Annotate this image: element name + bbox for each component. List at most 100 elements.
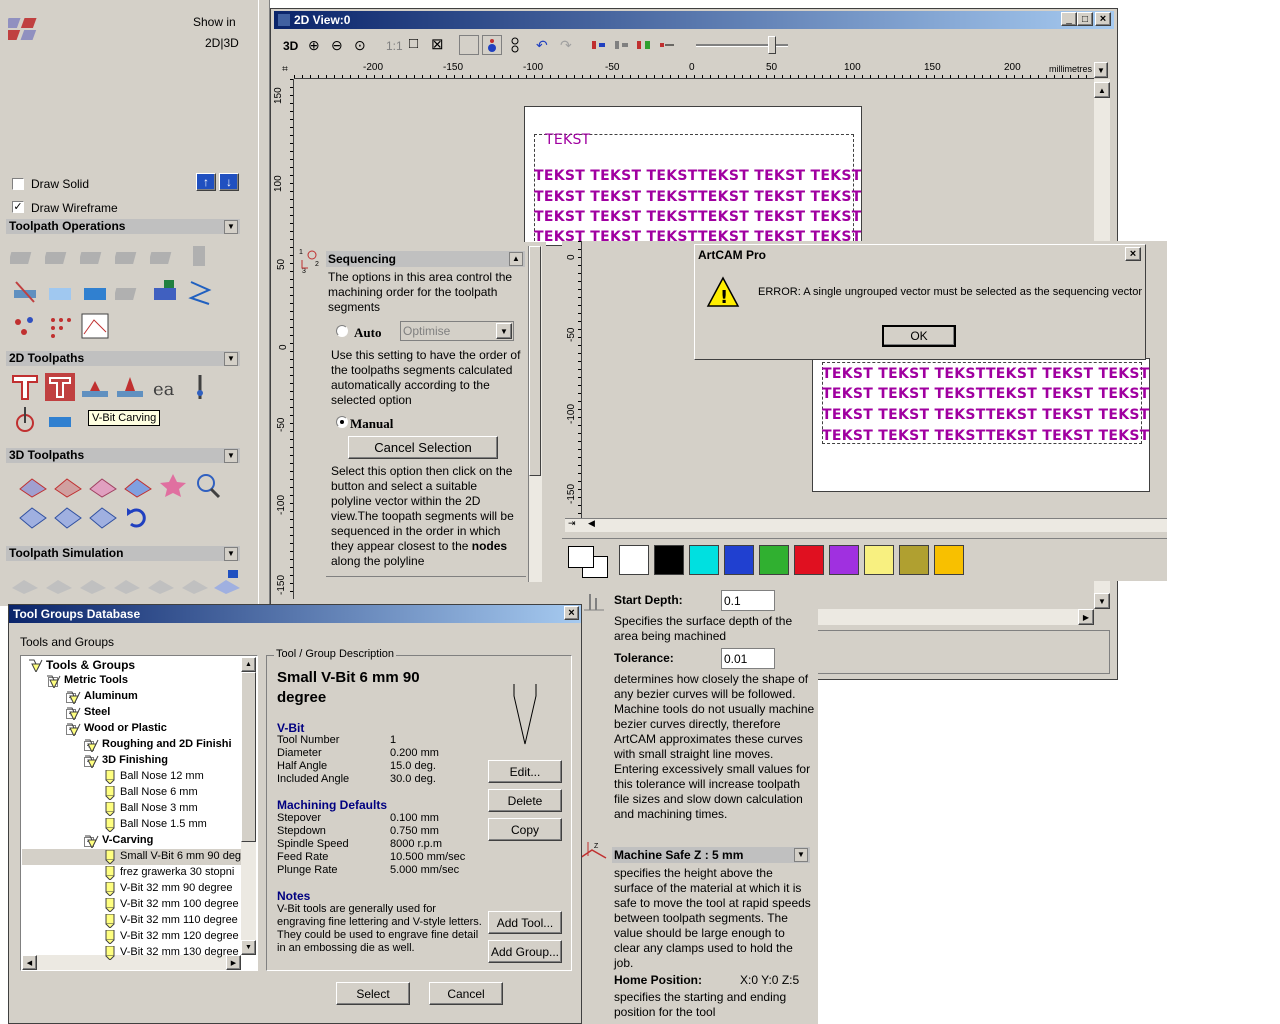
auto-radio[interactable] xyxy=(336,325,348,337)
optimise-select[interactable]: Optimise ▼ xyxy=(400,321,514,341)
sequencing-header[interactable]: Sequencing ▲ xyxy=(326,251,525,267)
tree-tool-item[interactable]: V-Bit 32 mm 90 degree xyxy=(22,881,241,897)
toolpath-op-icon[interactable] xyxy=(113,278,145,306)
tolerance-input[interactable] xyxy=(721,648,775,669)
cancel-button[interactable]: Cancel xyxy=(429,982,503,1005)
toolpaths-2d-header[interactable]: 2D Toolpaths ▼ xyxy=(6,351,240,366)
close-button[interactable]: × xyxy=(1095,12,1111,26)
tree-scroll-down-button[interactable]: ▼ xyxy=(241,940,256,955)
3d-toolpath-icon[interactable] xyxy=(123,504,153,532)
node-edit-icon[interactable] xyxy=(482,35,502,55)
toolpath-op-icon[interactable] xyxy=(148,242,180,270)
canvas-text-line[interactable]: TEKST TEKST TEKSTTEKST TEKST TEKST xyxy=(534,209,862,225)
3d-toolpath-icon[interactable] xyxy=(158,471,188,499)
canvas-text-line[interactable]: TEKST TEKST TEKSTTEKST TEKST TEKST xyxy=(822,386,1150,402)
chevron-down-icon[interactable]: ▼ xyxy=(794,848,808,862)
3d-toolpath-icon[interactable] xyxy=(123,471,153,499)
tree-tool-item[interactable]: Ball Nose 12 mm xyxy=(22,769,241,785)
tool-db-close-button[interactable]: × xyxy=(564,606,579,620)
manual-radio[interactable] xyxy=(336,416,348,428)
tree-tool-item[interactable]: V-Bit 32 mm 120 degree xyxy=(22,929,241,945)
error-dialog-titlebar[interactable]: ArtCAM Pro xyxy=(696,246,1144,264)
draw-wireframe-checkbox[interactable]: ✓ xyxy=(12,201,24,213)
collapse-up-icon[interactable]: ▲ xyxy=(509,252,523,266)
distribute-icon[interactable] xyxy=(659,38,675,52)
simulation-icon[interactable] xyxy=(78,568,108,596)
tree-scroll-thumb[interactable] xyxy=(241,672,256,842)
transform-icon[interactable] xyxy=(506,36,524,54)
simulation-header[interactable]: Toolpath Simulation ▼ xyxy=(6,546,240,561)
start-depth-input[interactable] xyxy=(721,590,775,611)
scroll-up-button[interactable]: ▲ xyxy=(1094,82,1110,98)
minimize-button[interactable]: _ xyxy=(1061,12,1077,26)
error-close-button[interactable]: × xyxy=(1125,247,1141,261)
select-button[interactable]: Select xyxy=(336,982,410,1005)
undo-icon[interactable]: ↶ xyxy=(536,37,548,54)
scroll-down-button[interactable]: ▼ xyxy=(1094,593,1110,609)
ruler-dropdown-button[interactable]: ▼ xyxy=(1094,62,1108,78)
vbit-carving-icon[interactable] xyxy=(80,373,110,401)
toolpath-op-icon[interactable] xyxy=(45,312,75,340)
tree-tool-item[interactable]: V-Bit 32 mm 130 degree xyxy=(22,945,241,961)
zoom-page-icon[interactable]: □ xyxy=(409,35,418,52)
chevron-down-icon[interactable]: ▼ xyxy=(224,449,238,463)
tree-tool-item[interactable]: Small V-Bit 6 mm 90 degre xyxy=(22,849,241,865)
bevel-carving-icon[interactable] xyxy=(115,373,145,401)
tree-group-item[interactable]: +Roughing and 2D Finishi xyxy=(22,737,241,753)
tree-group-item[interactable]: +Aluminum xyxy=(22,689,241,705)
add-group-button[interactable]: Add Group... xyxy=(488,940,562,963)
toolpath-op-icon[interactable] xyxy=(80,278,110,306)
view2d-titlebar[interactable]: 2D View:0 xyxy=(274,11,1114,29)
align-right-icon[interactable] xyxy=(636,38,652,52)
canvas-text-line[interactable]: TEKST TEKST TEKSTTEKST TEKST TEKST xyxy=(534,168,862,184)
toolpath-op-icon[interactable] xyxy=(10,278,40,306)
drilling-icon[interactable] xyxy=(185,373,215,401)
toggle-3d-button[interactable]: 3D xyxy=(283,39,298,53)
maximize-button[interactable]: □ xyxy=(1077,12,1093,26)
zoom-1to1-button[interactable]: 1:1 xyxy=(386,39,403,53)
show-mode-toggle[interactable]: 2D|3D xyxy=(205,36,239,50)
canvas-text-line[interactable]: TEKST TEKST TEKSTTEKST TEKST TEKST xyxy=(822,428,1150,444)
draw-solid-checkbox[interactable] xyxy=(12,178,24,190)
align-center-icon[interactable] xyxy=(614,38,630,52)
ok-button[interactable]: OK xyxy=(882,325,956,347)
align-left-icon[interactable] xyxy=(591,38,607,52)
tree-group-item[interactable]: −3D Finishing xyxy=(22,753,241,769)
chevron-down-icon[interactable]: ▼ xyxy=(496,323,512,339)
tree-scroll-up-button[interactable]: ▲ xyxy=(241,657,256,672)
copy-tool-button[interactable]: Copy xyxy=(488,818,562,841)
toolpath-op-icon[interactable] xyxy=(8,242,40,270)
toolpaths-3d-header[interactable]: 3D Toolpaths ▼ xyxy=(6,448,240,463)
canvas-text-line[interactable]: TEKST TEKST TEKSTTEKST TEKST TEKST xyxy=(822,366,1150,382)
text-engrave-icon[interactable]: ea xyxy=(150,373,180,401)
color-swatch[interactable] xyxy=(899,545,929,575)
canvas-heading-text[interactable]: TEKST xyxy=(545,132,591,148)
edit-tool-button[interactable]: Edit... xyxy=(488,760,562,783)
tree-tool-item[interactable]: Ball Nose 1.5 mm xyxy=(22,817,241,833)
move-up-button[interactable]: ↑ xyxy=(196,173,216,191)
3d-toolpath-icon[interactable] xyxy=(193,471,223,499)
3d-toolpath-icon[interactable] xyxy=(53,504,83,532)
inlay-icon[interactable] xyxy=(45,405,75,433)
zoom-in-icon[interactable]: ⊕ xyxy=(308,37,320,54)
redo-icon[interactable]: ↷ xyxy=(560,37,572,54)
zoom-slider-thumb[interactable] xyxy=(768,36,776,54)
tree-group-item[interactable]: Tools & Groups xyxy=(22,657,241,673)
chevron-down-icon[interactable]: ▼ xyxy=(224,352,238,366)
toolpath-op-icon[interactable] xyxy=(150,278,180,306)
color-swatch[interactable] xyxy=(829,545,859,575)
toolpath-op-icon[interactable] xyxy=(185,242,215,270)
tree-tool-item[interactable]: frez grawerka 30 stopni xyxy=(22,865,241,881)
canvas-text-line[interactable]: TEKST TEKST TEKSTTEKST TEKST TEKST xyxy=(534,189,862,205)
color-swatch[interactable] xyxy=(794,545,824,575)
color-swatch[interactable] xyxy=(934,545,964,575)
simulation-icon[interactable] xyxy=(180,568,210,596)
3d-toolpath-icon[interactable] xyxy=(18,471,48,499)
toolpath-op-icon[interactable] xyxy=(78,242,110,270)
color-swatch[interactable] xyxy=(654,545,684,575)
cancel-selection-button[interactable]: Cancel Selection xyxy=(348,436,498,459)
add-tool-button[interactable]: Add Tool... xyxy=(488,911,562,934)
color-swatch[interactable] xyxy=(619,545,649,575)
zoom-previous-icon[interactable]: ⊙ xyxy=(354,37,366,54)
tree-group-item[interactable]: −V-Carving xyxy=(22,833,241,849)
